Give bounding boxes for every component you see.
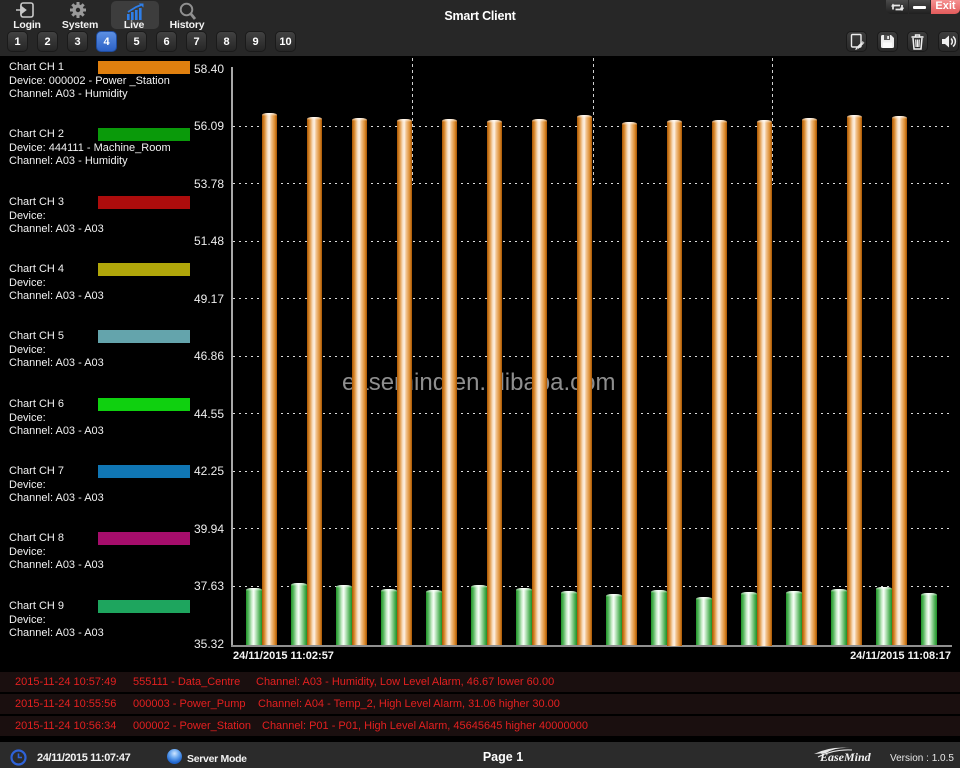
svg-text:EaseMind: EaseMind xyxy=(819,750,872,764)
